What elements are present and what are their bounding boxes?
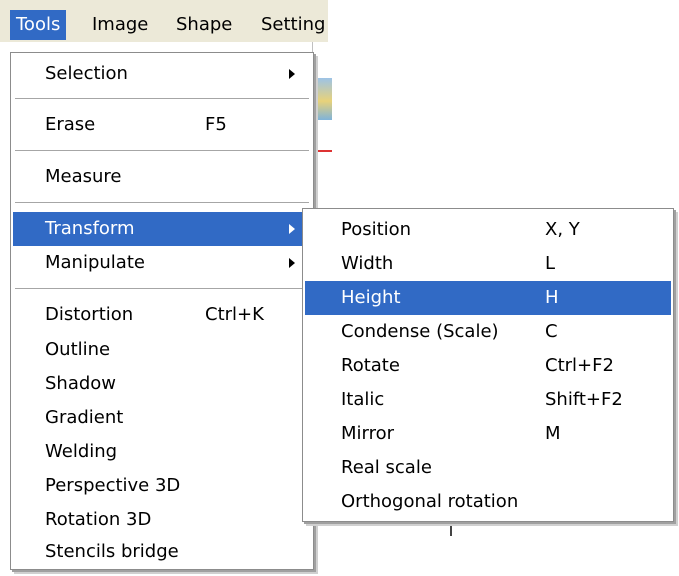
menu-separator bbox=[15, 202, 309, 204]
menu-item-shortcut: Shift+F2 bbox=[545, 389, 623, 410]
menu-shape-label: Shape bbox=[176, 14, 233, 35]
menu-item-measure[interactable]: Measure bbox=[13, 160, 311, 194]
submenu-item-rotate[interactable]: Rotate Ctrl+F2 bbox=[305, 349, 671, 383]
submenu-item-real-scale[interactable]: Real scale bbox=[305, 451, 671, 485]
menu-separator bbox=[15, 98, 309, 100]
menu-item-label: Gradient bbox=[45, 407, 124, 428]
menu-item-welding[interactable]: Welding bbox=[13, 435, 311, 469]
canvas-tick-mark bbox=[450, 522, 452, 536]
menu-item-label: Manipulate bbox=[45, 252, 145, 273]
menu-item-shortcut: H bbox=[545, 287, 559, 308]
submenu-arrow-icon bbox=[289, 69, 295, 79]
menu-item-manipulate[interactable]: Manipulate bbox=[13, 246, 311, 280]
menu-item-label: Erase bbox=[45, 114, 96, 135]
menu-item-stencils-bridge[interactable]: Stencils bridge bbox=[13, 535, 311, 569]
menu-item-selection[interactable]: Selection bbox=[13, 57, 311, 91]
menu-tools[interactable]: Tools bbox=[10, 10, 67, 40]
menu-item-label: Mirror bbox=[341, 423, 395, 444]
menu-setting-label: Setting bbox=[261, 14, 326, 35]
menu-item-label: Width bbox=[341, 253, 394, 274]
menu-item-label: Orthogonal rotation bbox=[341, 491, 519, 512]
submenu-item-orthogonal-rotation[interactable]: Orthogonal rotation bbox=[305, 485, 671, 519]
menu-item-erase[interactable]: Erase F5 bbox=[13, 108, 311, 142]
menu-item-gradient[interactable]: Gradient bbox=[13, 401, 311, 435]
menu-bar: Tools Image Shape Setting bbox=[0, 0, 328, 42]
menu-shape[interactable]: Shape bbox=[170, 10, 238, 40]
menu-image-label: Image bbox=[92, 14, 149, 35]
submenu-item-mirror[interactable]: Mirror M bbox=[305, 417, 671, 451]
tools-menu: Selection Erase F5 Measure Transform Man… bbox=[10, 52, 314, 570]
menu-item-shortcut: F5 bbox=[205, 114, 227, 135]
canvas-image-fragment bbox=[316, 78, 332, 120]
menu-item-shortcut: Ctrl+K bbox=[205, 304, 264, 325]
menu-item-label: Italic bbox=[341, 389, 385, 410]
submenu-item-italic[interactable]: Italic Shift+F2 bbox=[305, 383, 671, 417]
menu-setting[interactable]: Setting bbox=[255, 10, 331, 40]
menu-item-label: Selection bbox=[45, 63, 128, 84]
menu-item-label: Stencils bridge bbox=[45, 541, 179, 562]
menu-item-label: Distortion bbox=[45, 304, 134, 325]
menu-item-label: Condense (Scale) bbox=[341, 321, 499, 342]
menu-item-label: Transform bbox=[45, 218, 135, 239]
submenu-item-width[interactable]: Width L bbox=[305, 247, 671, 281]
menu-item-rotation-3d[interactable]: Rotation 3D bbox=[13, 503, 311, 537]
menu-item-label: Outline bbox=[45, 339, 111, 360]
menu-item-distortion[interactable]: Distortion Ctrl+K bbox=[13, 298, 311, 332]
menu-item-label: Welding bbox=[45, 441, 118, 462]
menu-separator bbox=[15, 288, 309, 290]
menu-image[interactable]: Image bbox=[86, 10, 154, 40]
submenu-item-position[interactable]: Position X, Y bbox=[305, 213, 671, 247]
submenu-item-condense-scale[interactable]: Condense (Scale) C bbox=[305, 315, 671, 349]
menu-item-perspective-3d[interactable]: Perspective 3D bbox=[13, 469, 311, 503]
menu-item-shortcut: M bbox=[545, 423, 561, 444]
menu-tools-label: Tools bbox=[16, 14, 61, 35]
submenu-item-height[interactable]: Height H bbox=[305, 281, 671, 315]
document-canvas bbox=[312, 42, 333, 212]
menu-item-label: Real scale bbox=[341, 457, 432, 478]
transform-submenu: Position X, Y Width L Height H Condense … bbox=[302, 208, 674, 522]
menu-item-label: Rotation 3D bbox=[45, 509, 152, 530]
menu-item-label: Measure bbox=[45, 166, 122, 187]
menu-item-shortcut: C bbox=[545, 321, 558, 342]
menu-item-label: Height bbox=[341, 287, 401, 308]
menu-item-shortcut: Ctrl+F2 bbox=[545, 355, 614, 376]
menu-item-label: Position bbox=[341, 219, 412, 240]
menu-item-transform[interactable]: Transform bbox=[13, 212, 311, 246]
menu-item-outline[interactable]: Outline bbox=[13, 333, 311, 367]
menu-item-shadow[interactable]: Shadow bbox=[13, 367, 311, 401]
submenu-arrow-icon bbox=[289, 258, 295, 268]
menu-item-label: Rotate bbox=[341, 355, 400, 376]
menu-item-label: Perspective 3D bbox=[45, 475, 181, 496]
menu-item-shortcut: X, Y bbox=[545, 219, 580, 240]
submenu-arrow-icon bbox=[289, 224, 295, 234]
menu-item-shortcut: L bbox=[545, 253, 556, 274]
menu-separator bbox=[15, 150, 309, 152]
menu-item-label: Shadow bbox=[45, 373, 117, 394]
canvas-red-line bbox=[316, 150, 332, 152]
